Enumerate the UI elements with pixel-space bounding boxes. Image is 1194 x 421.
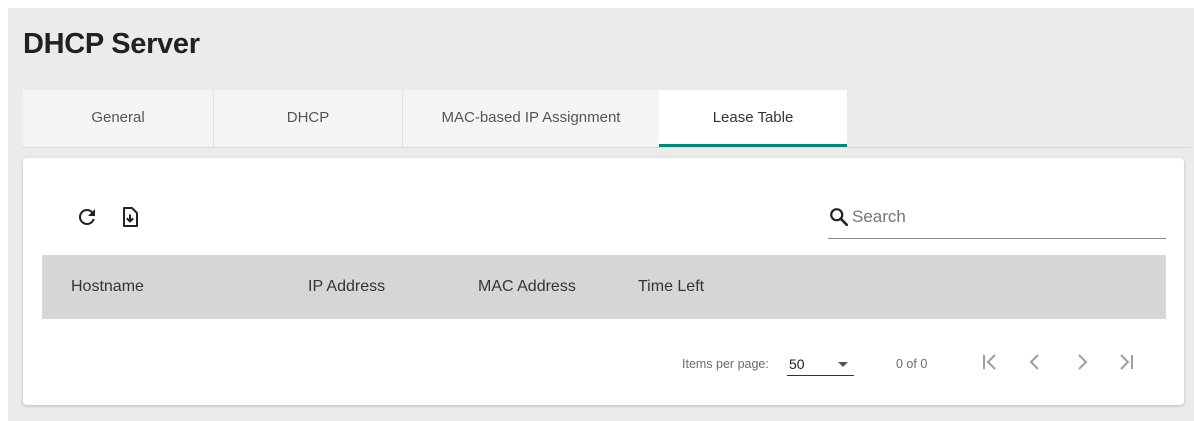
first-page-button[interactable] [975, 347, 1005, 377]
refresh-icon [78, 209, 95, 225]
tab-mac-based-ip-assignment[interactable]: MAC-based IP Assignment [403, 90, 659, 147]
paginator: Items per page: 50 0 of 0 [23, 319, 1184, 405]
items-per-page-select[interactable]: 50 [787, 353, 854, 376]
chevron-right-icon [1078, 354, 1088, 370]
search-input[interactable] [850, 204, 1152, 230]
last-page-button[interactable] [1111, 347, 1141, 377]
column-header-hostname[interactable]: Hostname [71, 255, 144, 319]
dropdown-arrow-icon [838, 362, 848, 367]
search-icon [830, 208, 849, 227]
table-header: Hostname IP Address MAC Address Time Lef… [42, 255, 1166, 319]
lease-table-card: Hostname IP Address MAC Address Time Lef… [23, 158, 1184, 405]
page-title: DHCP Server [23, 28, 200, 60]
tab-dhcp[interactable]: DHCP [214, 90, 403, 147]
tab-general[interactable]: General [23, 90, 214, 147]
previous-page-button[interactable] [1020, 347, 1050, 377]
column-header-ip-address[interactable]: IP Address [308, 255, 385, 319]
export-button[interactable] [118, 205, 142, 229]
chevron-left-icon [1029, 354, 1039, 370]
tab-lease-table-label: Lease Table [712, 109, 794, 126]
search-field[interactable] [828, 204, 1166, 239]
column-header-mac-address[interactable]: MAC Address [478, 255, 576, 319]
refresh-button[interactable] [75, 205, 99, 229]
page-range-label: 0 of 0 [896, 357, 928, 371]
file-download-icon [123, 207, 138, 227]
tab-bar: General DHCP MAC-based IP Assignment Lea… [23, 90, 1191, 148]
tab-lease-table[interactable]: Lease Table [659, 90, 847, 147]
active-tab-indicator [659, 144, 847, 147]
items-per-page-value: 50 [789, 356, 805, 372]
last-page-icon [1120, 354, 1133, 370]
items-per-page-label: Items per page: [682, 357, 769, 371]
column-header-time-left[interactable]: Time Left [638, 255, 704, 319]
next-page-button[interactable] [1067, 347, 1097, 377]
page: DHCP Server General DHCP MAC-based IP As… [8, 8, 1194, 421]
first-page-icon [983, 354, 996, 370]
